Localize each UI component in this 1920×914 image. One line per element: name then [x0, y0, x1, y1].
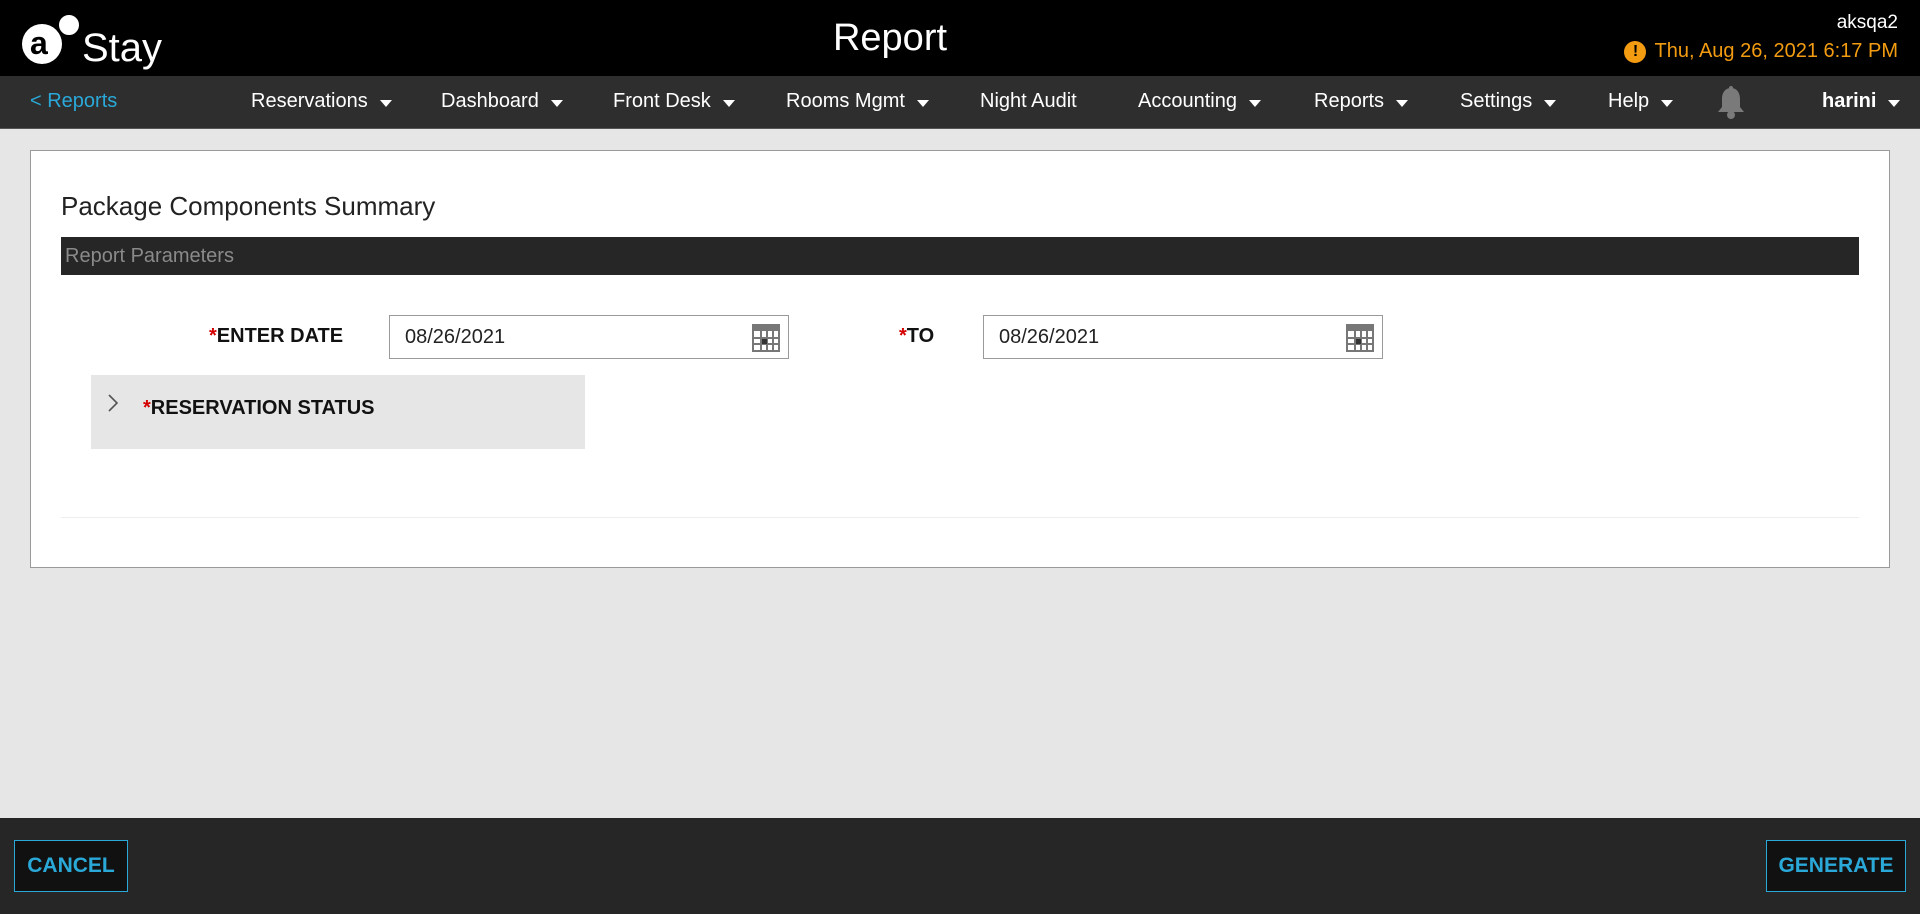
cancel-button[interactable]: CANCEL — [14, 840, 128, 892]
nav-label: Rooms Mgmt — [786, 90, 905, 112]
user-name: harini — [1822, 90, 1877, 112]
nav-label: Night Audit — [980, 90, 1077, 112]
to-date-label: *TO — [899, 325, 934, 348]
report-parameters-header: Report Parameters — [61, 237, 1859, 275]
warning-icon: ! — [1624, 40, 1647, 63]
property-code: aksqa2 — [1836, 12, 1898, 33]
enter-date-label: *ENTER DATE — [209, 325, 343, 348]
caret-down-icon — [722, 99, 735, 107]
nav-help[interactable]: Help — [1608, 90, 1674, 113]
required-mark: * — [899, 325, 907, 347]
user-menu[interactable]: harini — [1822, 90, 1901, 113]
nav-settings[interactable]: Settings — [1460, 90, 1557, 113]
caret-down-icon — [379, 99, 392, 107]
label-text: RESERVATION STATUS — [150, 397, 375, 419]
page-title: Report — [832, 17, 948, 59]
caret-down-icon — [1888, 99, 1901, 107]
calendar-icon[interactable] — [752, 324, 780, 357]
nav-label: Help — [1608, 90, 1650, 112]
label-text: TO — [906, 325, 935, 347]
nav-label: Dashboard — [441, 90, 539, 112]
business-date: ! Thu, Aug 26, 2021 6:17 PM — [1624, 40, 1898, 63]
nav-reports[interactable]: Reports — [1314, 90, 1409, 113]
nav-reservations[interactable]: Reservations — [251, 90, 392, 113]
report-title: Package Components Summary — [61, 191, 436, 221]
to-date-field[interactable]: 08/26/2021 — [983, 315, 1383, 359]
chevron-right-icon[interactable] — [107, 393, 119, 419]
required-mark: * — [209, 325, 217, 347]
generate-button[interactable]: GENERATE — [1766, 840, 1906, 892]
caret-down-icon — [1661, 99, 1674, 107]
reservation-status-label: *RESERVATION STATUS — [143, 397, 375, 420]
reservation-status-accordion[interactable]: *RESERVATION STATUS — [91, 375, 585, 449]
top-header: a Stay Report aksqa2 ! Thu, Aug 26, 2021… — [0, 0, 1920, 76]
datetime-text: Thu, Aug 26, 2021 6:17 PM — [1654, 40, 1898, 62]
bell-icon[interactable] — [1716, 86, 1746, 125]
report-panel: Package Components Summary Report Parame… — [30, 150, 1890, 568]
label-text: ENTER DATE — [216, 325, 344, 347]
nav-front-desk[interactable]: Front Desk — [613, 90, 735, 113]
caret-down-icon — [916, 99, 929, 107]
nav-dashboard[interactable]: Dashboard — [441, 90, 563, 113]
to-date-value[interactable]: 08/26/2021 — [999, 326, 1099, 349]
caret-down-icon — [550, 99, 563, 107]
caret-down-icon — [1396, 99, 1409, 107]
main-nav: < Reports Reservations Dashboard Front D… — [0, 76, 1920, 129]
required-mark: * — [143, 397, 151, 419]
nav-label: Front Desk — [613, 90, 711, 112]
divider — [61, 517, 1859, 518]
nav-label: Reservations — [251, 90, 368, 112]
nav-night-audit[interactable]: Night Audit — [980, 90, 1077, 113]
nav-rooms-mgmt[interactable]: Rooms Mgmt — [786, 90, 929, 113]
caret-down-icon — [1544, 99, 1557, 107]
from-date-value[interactable]: 08/26/2021 — [405, 326, 505, 349]
back-to-reports-link[interactable]: < Reports — [30, 90, 117, 113]
from-date-field[interactable]: 08/26/2021 — [389, 315, 789, 359]
nav-accounting[interactable]: Accounting — [1138, 90, 1261, 113]
nav-label: Settings — [1460, 90, 1533, 112]
nav-label: Accounting — [1138, 90, 1237, 112]
nav-label: Reports — [1314, 90, 1385, 112]
caret-down-icon — [1248, 99, 1261, 107]
calendar-icon[interactable] — [1346, 324, 1374, 357]
action-footer: CANCEL GENERATE — [0, 818, 1920, 914]
